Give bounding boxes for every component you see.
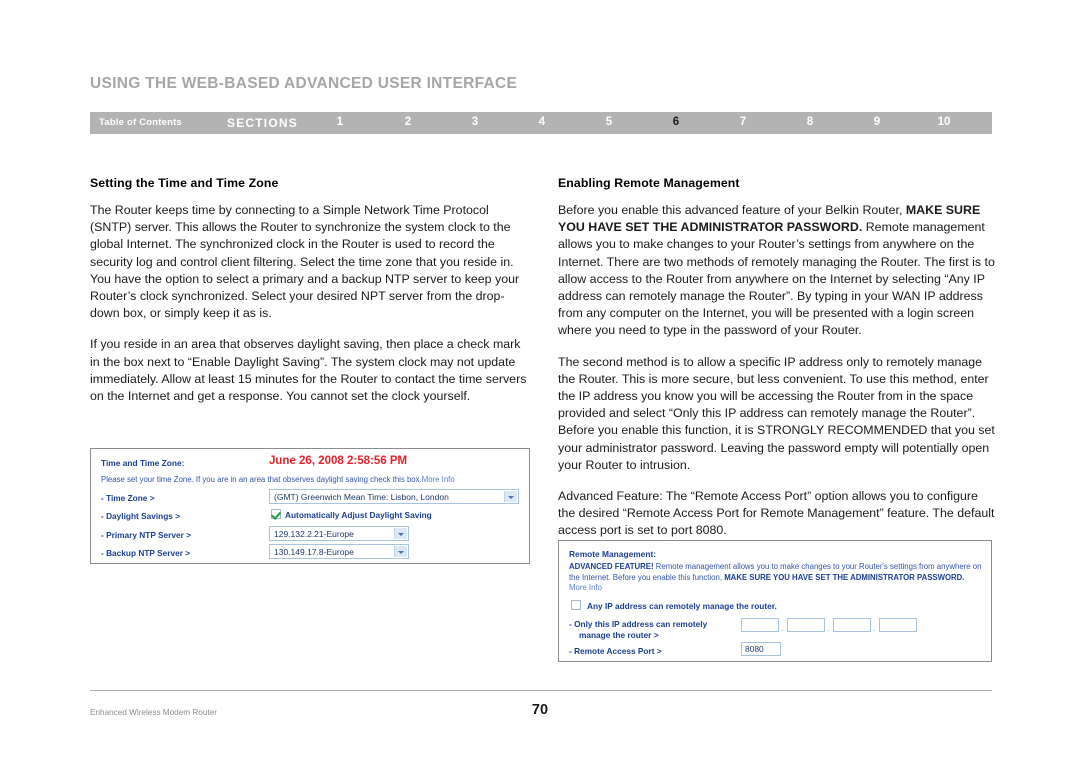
footer-page-number: 70	[531, 702, 549, 718]
right-p1-post: Remote management allows you to make cha…	[558, 220, 995, 338]
time-zone-select-value: (GMT) Greenwich Mean Time: Lisbon, Londo…	[274, 492, 449, 502]
page-title: USING THE WEB-BASED ADVANCED USER INTERF…	[90, 75, 518, 92]
time-panel-title: Time and Time Zone:	[101, 458, 185, 468]
remote-panel-more-info-link[interactable]: More Info	[569, 583, 602, 592]
right-p1-pre: Before you enable this advanced feature …	[558, 203, 906, 217]
backup-ntp-select-value: 130.149.17.8-Europe	[274, 547, 354, 557]
right-paragraph-1: Before you enable this advanced feature …	[558, 202, 998, 340]
remote-panel-title: Remote Management:	[569, 549, 657, 559]
any-ip-checkbox[interactable]	[571, 600, 581, 610]
remote-note-bold-1: ADVANCED FEATURE!	[569, 562, 654, 571]
remote-note-bold-2: MAKE SURE YOU HAVE SET THE ADMINISTRATOR…	[724, 572, 965, 582]
daylight-savings-label: - Daylight Savings >	[101, 511, 181, 521]
left-heading: Setting the Time and Time Zone	[90, 176, 279, 190]
any-ip-checkbox-label: Any IP address can remotely manage the r…	[587, 601, 777, 611]
table-of-contents-link[interactable]: Table of Contents	[99, 117, 182, 128]
section-number-10[interactable]: 10	[933, 116, 955, 128]
left-paragraph-2: If you reside in an area that observes d…	[90, 337, 527, 404]
chevron-down-icon	[394, 528, 407, 539]
ip-octet-3-input[interactable]	[833, 618, 871, 632]
chevron-down-icon	[394, 546, 407, 557]
time-panel-note: Please set your time Zone. If you are in…	[101, 475, 455, 484]
section-number-7[interactable]: 7	[732, 116, 754, 128]
ip-octet-1-input[interactable]	[741, 618, 779, 632]
document-page: USING THE WEB-BASED ADVANCED USER INTERF…	[0, 0, 1080, 779]
left-paragraph-1: The Router keeps time by connecting to a…	[90, 203, 520, 321]
right-heading: Enabling Remote Management	[558, 176, 740, 190]
time-zone-select[interactable]: (GMT) Greenwich Mean Time: Lisbon, Londo…	[269, 489, 519, 504]
ip-separator-3: .	[873, 624, 876, 633]
section-number-8[interactable]: 8	[799, 116, 821, 128]
ip-octet-4-input[interactable]	[879, 618, 917, 632]
section-number-4[interactable]: 4	[531, 116, 553, 128]
only-ip-label-line2: manage the router >	[579, 630, 659, 640]
section-number-2[interactable]: 2	[397, 116, 419, 128]
primary-ntp-select[interactable]: 129.132.2.21-Europe	[269, 526, 409, 541]
ip-octet-2-input[interactable]	[787, 618, 825, 632]
right-paragraph-3: Advanced Feature: The “Remote Access Por…	[558, 489, 995, 538]
section-number-5[interactable]: 5	[598, 116, 620, 128]
time-and-time-zone-panel: Time and Time Zone: June 26, 2008 2:58:5…	[90, 448, 530, 564]
remote-access-port-label: - Remote Access Port >	[569, 646, 662, 656]
section-number-1[interactable]: 1	[329, 116, 351, 128]
right-column: Enabling Remote Management Before you en…	[558, 176, 998, 540]
section-number-6[interactable]: 6	[665, 116, 687, 128]
remote-access-port-input[interactable]: 8080	[741, 642, 781, 656]
only-ip-label-line1: - Only this IP address can remotely	[569, 619, 708, 629]
ip-separator-2: .	[827, 624, 830, 633]
time-panel-note-text: Please set your time Zone. If you are in…	[101, 475, 422, 484]
time-panel-more-info-link[interactable]: More Info	[422, 475, 455, 484]
chevron-down-icon	[504, 491, 517, 502]
backup-ntp-label: - Backup NTP Server >	[101, 548, 191, 558]
primary-ntp-label: - Primary NTP Server >	[101, 530, 192, 540]
primary-ntp-select-value: 129.132.2.21-Europe	[274, 529, 354, 539]
backup-ntp-select[interactable]: 130.149.17.8-Europe	[269, 544, 409, 559]
daylight-saving-checkbox-label: Automatically Adjust Daylight Saving	[285, 510, 432, 520]
current-time-display: June 26, 2008 2:58:56 PM	[269, 455, 408, 467]
ip-separator-1: .	[781, 624, 784, 633]
sections-label: SECTIONS	[227, 116, 298, 130]
remote-panel-note: ADVANCED FEATURE! Remote management allo…	[569, 562, 984, 594]
right-paragraph-2: The second method is to allow a specific…	[558, 354, 995, 472]
left-column: Setting the Time and Time Zone The Route…	[90, 176, 530, 405]
footer-divider	[90, 690, 992, 691]
section-nav-bar: Table of Contents SECTIONS 1 2 3 4 5 6 7…	[90, 112, 992, 134]
remote-management-panel: Remote Management: ADVANCED FEATURE! Rem…	[558, 540, 992, 662]
section-number-9[interactable]: 9	[866, 116, 888, 128]
time-zone-label: - Time Zone >	[101, 493, 155, 503]
section-number-3[interactable]: 3	[464, 116, 486, 128]
daylight-saving-checkbox[interactable]	[271, 509, 281, 519]
